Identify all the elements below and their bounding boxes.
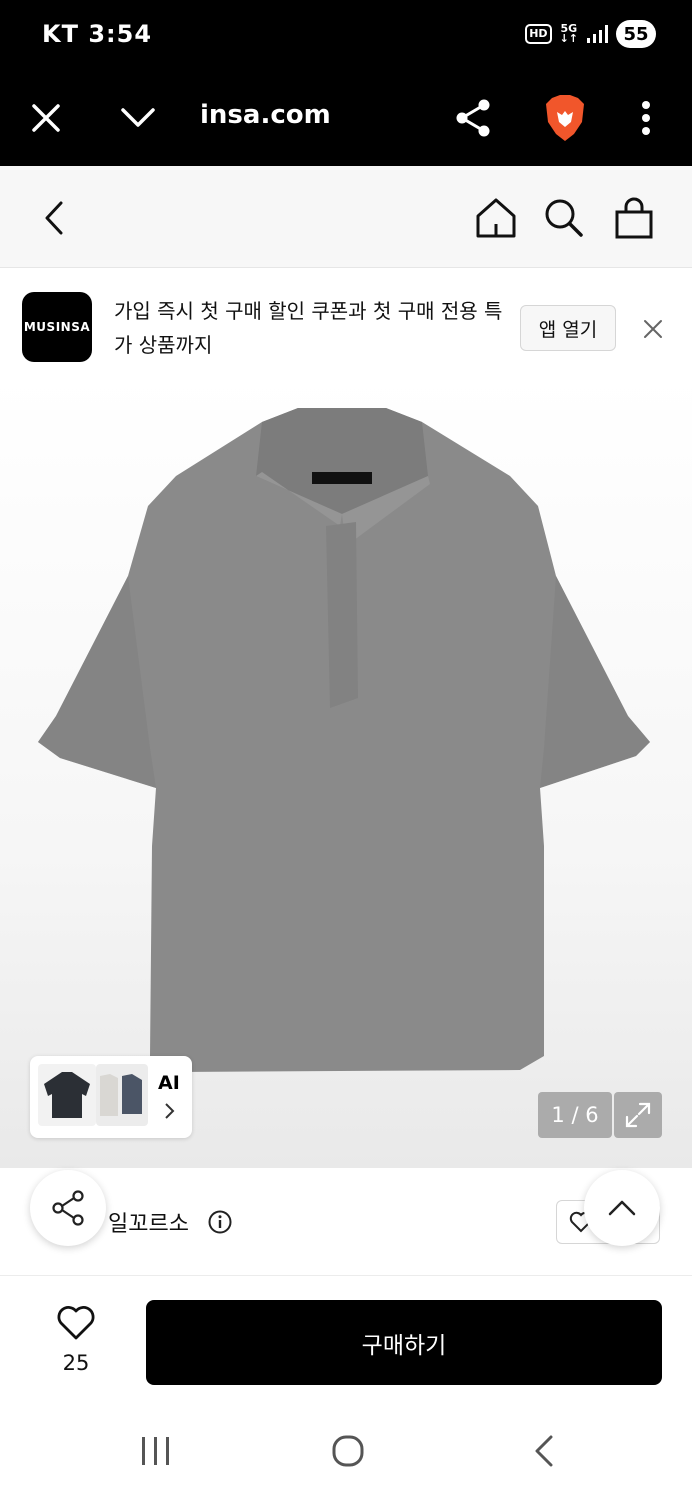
hd-icon: HD: [525, 24, 552, 44]
recent-apps-button[interactable]: [126, 1426, 186, 1476]
musinsa-logo: MUSINSA: [22, 292, 92, 362]
banner-close-button[interactable]: [636, 312, 670, 346]
share-icon: [52, 1190, 84, 1226]
color-thumb-dark: [38, 1064, 96, 1126]
product-shirt-image: [38, 408, 650, 1072]
purchase-bar: 25 구매하기: [0, 1277, 692, 1402]
search-icon: [545, 199, 583, 237]
ai-label: AI: [158, 1072, 180, 1094]
url-text[interactable]: insa.com: [200, 100, 331, 130]
app-install-banner: MUSINSA 가입 즉시 첫 구매 할인 쿠폰과 첫 구매 전용 특가 상품까…: [0, 268, 692, 376]
color-thumb-navy: [118, 1064, 148, 1126]
buy-button[interactable]: 구매하기: [146, 1300, 662, 1385]
collapse-button[interactable]: [110, 90, 166, 146]
brand-name[interactable]: 일꼬르소: [108, 1206, 189, 1238]
home-circle-icon: [332, 1435, 364, 1467]
scroll-top-button[interactable]: [584, 1170, 660, 1246]
info-icon[interactable]: [208, 1210, 232, 1234]
signal-icon: [587, 25, 608, 43]
status-bar: KT 3:54 HD 5G ↓↑ 55: [0, 0, 692, 70]
product-info-row: 일꼬르소: [0, 1168, 692, 1276]
home-button[interactable]: [468, 190, 524, 246]
back-icon: [45, 201, 63, 235]
heart-icon[interactable]: [56, 1305, 96, 1341]
network-label: 5G: [560, 22, 578, 35]
share-icon: [456, 99, 490, 137]
cart-button[interactable]: [606, 190, 662, 246]
close-tab-button[interactable]: [18, 90, 74, 146]
chevron-right-icon: [165, 1103, 175, 1119]
share-page-button[interactable]: [445, 90, 501, 146]
search-button[interactable]: [536, 190, 592, 246]
chevron-up-icon: [608, 1200, 636, 1216]
like-count: 25: [62, 1351, 90, 1375]
site-header: [0, 166, 692, 268]
system-nav-bar: [0, 1402, 692, 1500]
home-nav-button[interactable]: [318, 1426, 378, 1476]
chevron-down-icon: [121, 108, 155, 127]
network-5g-icon: 5G ↓↑: [559, 22, 578, 45]
banner-message: 가입 즉시 첫 구매 할인 쿠폰과 첫 구매 전용 특가 상품까지: [114, 299, 503, 357]
ai-recommend-card[interactable]: AI: [30, 1056, 192, 1138]
back-button[interactable]: [26, 190, 82, 246]
brave-shield-button[interactable]: [537, 90, 593, 146]
home-icon: [476, 198, 516, 238]
recent-apps-icon: [142, 1437, 169, 1465]
expand-image-button[interactable]: [614, 1092, 662, 1138]
open-app-button[interactable]: 앱 열기: [520, 305, 616, 351]
product-image-gallery[interactable]: AI 1 / 6: [0, 376, 692, 1168]
menu-button[interactable]: [618, 90, 674, 146]
brave-lion-icon: [546, 95, 584, 141]
battery-indicator: 55: [616, 20, 656, 48]
back-icon: [535, 1435, 553, 1467]
browser-toolbar: insa.com: [0, 70, 692, 166]
carrier-time: KT 3:54: [42, 20, 153, 48]
more-vert-icon: [642, 101, 650, 135]
expand-icon: [625, 1102, 651, 1128]
back-nav-button[interactable]: [514, 1426, 574, 1476]
status-icons: HD 5G ↓↑ 55: [525, 20, 656, 48]
close-icon: [32, 104, 60, 132]
shopping-bag-icon: [615, 197, 653, 239]
share-product-button[interactable]: [30, 1170, 106, 1246]
close-icon: [644, 320, 662, 338]
image-page-counter: 1 / 6: [538, 1092, 612, 1138]
